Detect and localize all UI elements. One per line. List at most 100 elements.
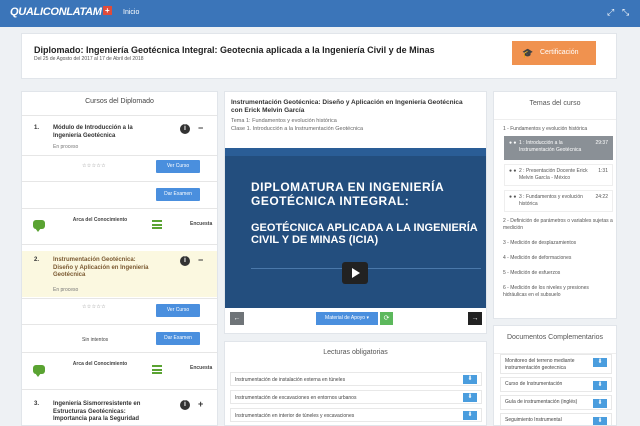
video-top-band xyxy=(225,148,486,156)
rating-stars[interactable]: ☆☆☆☆☆ xyxy=(82,163,106,169)
reading-label[interactable]: Instrumentación de instalación externa e… xyxy=(235,377,345,383)
topic-item[interactable]: 3 - Medición de desplazamientos xyxy=(503,240,613,247)
survey-link[interactable]: Encuesta xyxy=(190,365,212,371)
readings-panel: Lecturas obligatorias Instrumentación de… xyxy=(224,341,487,426)
course-number: 3. xyxy=(34,401,40,407)
chat-bubbles-icon[interactable] xyxy=(33,220,45,232)
lesson-title: 2 : Presentación Docente Erick Melvin Ga… xyxy=(519,168,588,181)
divider xyxy=(22,208,217,209)
lesson-duration: 1:31 xyxy=(598,168,608,174)
download-icon[interactable]: ⬇ xyxy=(463,393,477,402)
lesson-duration: 29:37 xyxy=(595,140,608,146)
video-panel: Instrumentación Geotécnica: Diseño y Apl… xyxy=(224,91,487,334)
document-item: Seguimiento Instrumental ⬇ xyxy=(500,413,612,425)
course-title[interactable]: Instrumentación Geotécnica: Diseño y Apl… xyxy=(53,257,153,280)
divider xyxy=(22,181,217,182)
lesson-status-icon: ● ● xyxy=(509,194,517,200)
courses-heading: Cursos del Diplomado xyxy=(22,92,217,116)
download-icon[interactable]: ⬇ xyxy=(593,381,607,390)
support-material-dropdown[interactable]: Material de Apoyo ▾ xyxy=(316,312,378,325)
video-slide-text: DIPLOMATURA EN INGENIERÍA GEOTÉCNICA INT… xyxy=(251,180,481,246)
arca-link[interactable]: Arca del Conocimiento xyxy=(70,217,130,224)
brand-mark: + xyxy=(102,6,112,15)
divider xyxy=(22,244,217,245)
previous-arrow-icon[interactable]: ← xyxy=(230,312,244,325)
take-exam-button[interactable]: Dar Examen xyxy=(156,188,200,201)
refresh-icon[interactable]: ⟳ xyxy=(380,312,393,325)
reading-label[interactable]: Instrumentación en interior de túneles y… xyxy=(235,413,354,419)
divider xyxy=(22,352,217,353)
compress-arrows-icon[interactable]: ⤡ xyxy=(622,8,629,17)
lesson-item[interactable]: ● ● 3 : Fundamentos y evolución históric… xyxy=(504,190,613,212)
document-label[interactable]: Seguimiento Instrumental xyxy=(505,417,589,424)
theme-label: Tema 1: Fundamentos y evolución históric… xyxy=(231,118,337,124)
download-icon[interactable]: ⬇ xyxy=(593,358,607,367)
attempts-text: Sin intentos xyxy=(82,337,109,343)
certificate-button[interactable]: 🎓 Certificación xyxy=(512,41,596,65)
topic-item[interactable]: 6 - Medición de los niveles y presiones … xyxy=(503,285,613,298)
download-icon[interactable]: ⬇ xyxy=(463,411,477,420)
page-title: Diplomado: Ingeniería Geotécnica Integra… xyxy=(34,45,435,55)
collapse-toggle[interactable]: − xyxy=(198,124,203,133)
divider xyxy=(22,298,217,299)
topic-item[interactable]: 2 - Definición de parámetros o variables… xyxy=(503,218,613,231)
reading-item: Instrumentación de instalación externa e… xyxy=(230,372,482,386)
video-player[interactable]: DIPLOMATURA EN INGENIERÍA GEOTÉCNICA INT… xyxy=(225,148,486,308)
topic-item[interactable]: 1 - Fundamentos y evolución histórica xyxy=(503,126,613,133)
video-title: Instrumentación Geotécnica: Diseño y Apl… xyxy=(231,99,463,114)
view-course-button[interactable]: Ver Curso xyxy=(156,160,200,173)
play-button-icon[interactable] xyxy=(342,262,368,284)
lesson-title: 3 : Fundamentos y evolución histórica xyxy=(519,194,583,207)
collapse-toggle[interactable]: − xyxy=(198,256,203,265)
info-icon[interactable]: i xyxy=(180,400,190,410)
top-navbar: QUALICONLATAM + Inicio ⤢ ⤡ xyxy=(0,0,640,27)
download-icon[interactable]: ⬇ xyxy=(593,399,607,408)
list-icon[interactable] xyxy=(152,220,162,229)
course-title[interactable]: Ingeniería Sismorresistente en Estructur… xyxy=(53,401,153,424)
course-item: 1. Módulo de Introducción a la Ingenierí… xyxy=(22,117,217,155)
download-icon[interactable]: ⬇ xyxy=(593,417,607,425)
survey-link[interactable]: Encuesta xyxy=(190,221,212,227)
course-item-active: 2. Instrumentación Geotécnica: Diseño y … xyxy=(22,251,217,297)
view-course-button[interactable]: Ver Curso xyxy=(156,304,200,317)
graduation-cap-icon: 🎓 xyxy=(522,48,534,58)
document-label[interactable]: Curso de Instrumentación xyxy=(505,381,589,388)
next-arrow-icon[interactable]: → xyxy=(468,312,482,325)
expand-arrows-icon[interactable]: ⤢ xyxy=(607,8,614,17)
reading-label[interactable]: Instrumentación de excavaciones en entor… xyxy=(235,395,356,401)
document-label[interactable]: Guía de instrumentación (inglés) xyxy=(505,399,589,406)
info-icon[interactable]: i xyxy=(180,256,190,266)
class-label: Clase 1. Introducción a la Instrumentaci… xyxy=(231,126,364,132)
download-icon[interactable]: ⬇ xyxy=(463,375,477,384)
topic-item[interactable]: 5 - Medición de esfuerzos xyxy=(503,270,613,277)
topics-panel: Temas del curso 1 - Fundamentos y evoluc… xyxy=(493,91,617,319)
lesson-status-icon: ● ● xyxy=(509,168,517,174)
video-controls: ← Material de Apoyo ▾ ⟳ → xyxy=(225,308,486,332)
course-status: En proceso xyxy=(53,287,79,293)
list-icon[interactable] xyxy=(152,365,162,374)
nav-home-link[interactable]: Inicio xyxy=(123,9,139,16)
lesson-item[interactable]: ● ● 2 : Presentación Docente Erick Melvi… xyxy=(504,164,613,186)
courses-panel: Cursos del Diplomado 1. Módulo de Introd… xyxy=(21,91,218,426)
divider xyxy=(22,389,217,390)
arca-link[interactable]: Arca del Conocimiento xyxy=(70,361,130,368)
topic-item[interactable]: 4 - Medición de deformaciones xyxy=(503,255,613,262)
course-number: 1. xyxy=(34,125,40,131)
take-exam-button[interactable]: Dar Examen xyxy=(156,332,200,345)
brand-logo[interactable]: QUALICONLATAM + xyxy=(10,6,112,18)
document-label[interactable]: Monitoreo del terreno mediante instrumen… xyxy=(505,358,589,371)
lesson-status-icon: ● ● xyxy=(509,140,517,146)
reading-item: Instrumentación de excavaciones en entor… xyxy=(230,390,482,404)
info-icon[interactable]: i xyxy=(180,124,190,134)
course-title[interactable]: Módulo de Introducción a la Ingeniería G… xyxy=(53,125,153,140)
topics-heading: Temas del curso xyxy=(494,92,616,120)
chat-bubbles-icon[interactable] xyxy=(33,365,45,377)
course-header: Diplomado: Ingeniería Geotécnica Integra… xyxy=(21,33,617,79)
expand-toggle[interactable]: + xyxy=(198,400,203,409)
course-dates: Del 25 de Agosto del 2017 al 17 de Abril… xyxy=(34,56,144,62)
lesson-duration: 24:22 xyxy=(595,194,608,200)
document-item: Monitoreo del terreno mediante instrumen… xyxy=(500,354,612,374)
rating-stars[interactable]: ☆☆☆☆☆ xyxy=(82,304,106,310)
certificate-label: Certificación xyxy=(540,49,579,56)
lesson-item-selected[interactable]: ● ● 1 : Introducción a la Instrumentació… xyxy=(504,136,613,160)
